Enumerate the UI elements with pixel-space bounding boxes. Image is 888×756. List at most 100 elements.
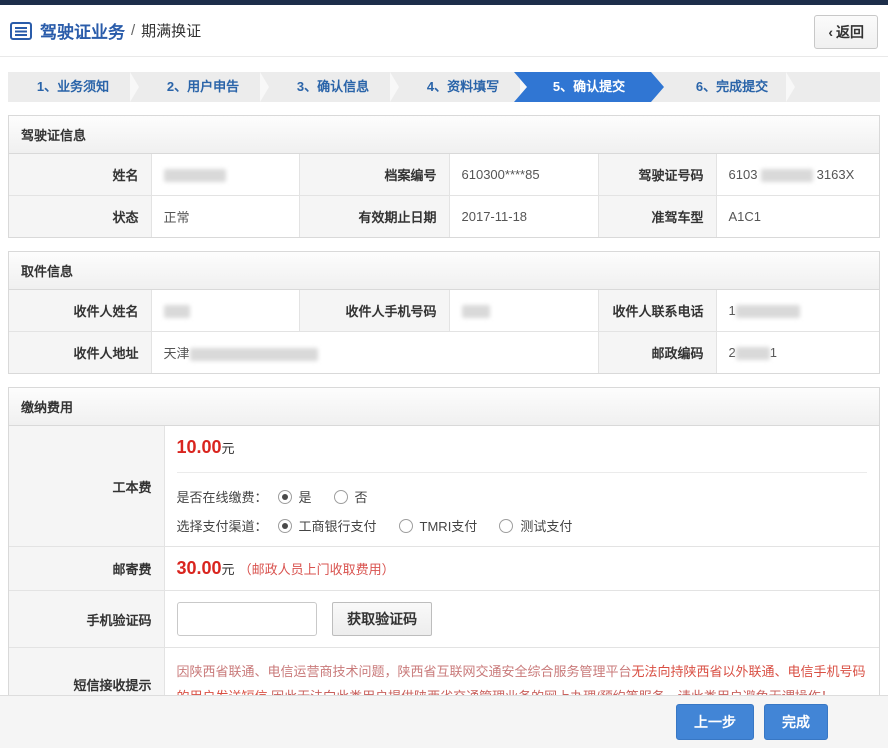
table-row: 工本费 10.00元 是否在线缴费： 是 否 选择支付渠道： 工商银行支付 TM… bbox=[9, 426, 879, 547]
redacted-recipient-phone bbox=[736, 305, 800, 318]
status-label: 状态 bbox=[9, 196, 151, 238]
get-code-button[interactable]: 获取验证码 bbox=[332, 602, 432, 636]
radio-selected-icon bbox=[278, 519, 292, 533]
card-fee-amount: 10.00 bbox=[177, 437, 222, 457]
pickup-info-section: 取件信息 收件人姓名 收件人手机号码 收件人联系电话 1 收件人地址 天津 邮政… bbox=[8, 251, 880, 374]
previous-step-button[interactable]: 上一步 bbox=[676, 704, 754, 740]
card-fee-price: 10.00元 bbox=[177, 437, 868, 458]
online-pay-row: 是否在线缴费： 是 否 bbox=[177, 487, 868, 506]
recipient-name-value bbox=[151, 290, 299, 332]
back-label: 返回 bbox=[836, 24, 864, 40]
step-5-confirm-submit[interactable]: 5、确认提交 bbox=[514, 72, 664, 102]
postage-note: （邮政人员上门收取费用） bbox=[239, 562, 395, 577]
valid-until-label: 有效期止日期 bbox=[299, 196, 449, 238]
sms-code-cell: 获取验证码 bbox=[164, 591, 879, 648]
postcode-label: 邮政编码 bbox=[598, 332, 716, 374]
page-title: 驾驶证业务 bbox=[40, 18, 125, 43]
sms-code-input[interactable] bbox=[177, 602, 317, 636]
redacted-license-no bbox=[761, 169, 813, 182]
table-row: 邮寄费 30.00元 （邮政人员上门收取费用） bbox=[9, 547, 879, 591]
redacted-name bbox=[164, 169, 226, 182]
card-fee-cell: 10.00元 是否在线缴费： 是 否 选择支付渠道： 工商银行支付 TMRI支付… bbox=[164, 426, 879, 547]
table-row: 收件人姓名 收件人手机号码 收件人联系电话 1 bbox=[9, 290, 879, 332]
pickup-info-title: 取件信息 bbox=[9, 252, 879, 290]
back-button[interactable]: ‹返回 bbox=[814, 15, 878, 49]
finish-button[interactable]: 完成 bbox=[764, 704, 828, 740]
redacted-postcode bbox=[736, 347, 770, 360]
vehicle-class-value: A1C1 bbox=[716, 196, 879, 238]
table-row: 姓名 档案编号 610300****85 驾驶证号码 6103 3163X bbox=[9, 154, 879, 196]
fee-divider bbox=[177, 472, 868, 473]
license-no-suffix: 3163X bbox=[817, 167, 855, 182]
radio-unselected-icon bbox=[399, 519, 413, 533]
postcode-suffix: 1 bbox=[770, 345, 777, 360]
postcode-prefix: 2 bbox=[729, 345, 736, 360]
license-info-section: 驾驶证信息 姓名 档案编号 610300****85 驾驶证号码 6103 31… bbox=[8, 115, 880, 238]
license-no-value: 6103 3163X bbox=[716, 154, 879, 196]
online-pay-yes-radio[interactable]: 是 bbox=[278, 487, 312, 506]
pay-channel-row: 选择支付渠道： 工商银行支付 TMRI支付 测试支付 bbox=[177, 516, 868, 535]
redacted-recipient-mobile bbox=[462, 305, 490, 318]
file-no-value: 610300****85 bbox=[449, 154, 598, 196]
license-no-label: 驾驶证号码 bbox=[598, 154, 716, 196]
recipient-address-value: 天津 bbox=[151, 332, 598, 374]
postage-cell: 30.00元 （邮政人员上门收取费用） bbox=[164, 547, 879, 591]
postage-unit: 元 bbox=[222, 562, 235, 577]
footer-action-bar: 上一步 完成 bbox=[0, 695, 888, 748]
online-pay-yes-label: 是 bbox=[299, 487, 312, 506]
pickup-info-table: 收件人姓名 收件人手机号码 收件人联系电话 1 收件人地址 天津 邮政编码 21 bbox=[9, 290, 879, 373]
online-pay-no-radio[interactable]: 否 bbox=[334, 487, 368, 506]
step-4-fill-data[interactable]: 4、资料填写 bbox=[398, 72, 528, 102]
step-6-finish[interactable]: 6、完成提交 bbox=[664, 72, 794, 102]
back-chevron-icon: ‹ bbox=[828, 24, 833, 40]
radio-selected-icon bbox=[278, 490, 292, 504]
redacted-recipient-name bbox=[164, 305, 190, 318]
card-fee-label: 工本费 bbox=[9, 426, 164, 547]
business-list-icon bbox=[10, 22, 32, 40]
license-info-title: 驾驶证信息 bbox=[9, 116, 879, 154]
radio-unselected-icon bbox=[334, 490, 348, 504]
step-3-confirm-info[interactable]: 3、确认信息 bbox=[268, 72, 398, 102]
card-fee-unit: 元 bbox=[222, 441, 235, 456]
license-no-prefix: 6103 bbox=[729, 167, 758, 182]
redacted-recipient-address bbox=[190, 348, 318, 361]
recipient-mobile-label: 收件人手机号码 bbox=[299, 290, 449, 332]
recipient-phone-prefix: 1 bbox=[729, 303, 736, 318]
valid-until-value: 2017-11-18 bbox=[449, 196, 598, 238]
name-label: 姓名 bbox=[9, 154, 151, 196]
channel-icbc-label: 工商银行支付 bbox=[299, 516, 377, 535]
steps-filler bbox=[794, 72, 880, 102]
recipient-name-label: 收件人姓名 bbox=[9, 290, 151, 332]
recipient-address-prefix: 天津 bbox=[164, 346, 190, 361]
file-no-label: 档案编号 bbox=[299, 154, 449, 196]
radio-unselected-icon bbox=[499, 519, 513, 533]
page-header: 驾驶证业务 / 期满换证 ‹返回 bbox=[0, 5, 888, 57]
postage-amount: 30.00 bbox=[177, 558, 222, 578]
recipient-phone-label: 收件人联系电话 bbox=[598, 290, 716, 332]
channel-tmri-label: TMRI支付 bbox=[420, 516, 478, 535]
fees-table: 工本费 10.00元 是否在线缴费： 是 否 选择支付渠道： 工商银行支付 TM… bbox=[9, 426, 879, 720]
fees-section: 缴纳费用 工本费 10.00元 是否在线缴费： 是 否 选择支付渠道： 工商银行… bbox=[8, 387, 880, 721]
sms-code-label: 手机验证码 bbox=[9, 591, 164, 648]
notice-part1: 因陕西省联通、电信运营商技术问题，陕西省互联网交通安全综合服务管理平台 bbox=[177, 664, 632, 679]
step-2-declaration[interactable]: 2、用户申告 bbox=[138, 72, 268, 102]
license-info-table: 姓名 档案编号 610300****85 驾驶证号码 6103 3163X 状态… bbox=[9, 154, 879, 237]
channel-tmri-radio[interactable]: TMRI支付 bbox=[399, 516, 478, 535]
channel-test-radio[interactable]: 测试支付 bbox=[499, 516, 572, 535]
status-value: 正常 bbox=[151, 196, 299, 238]
recipient-mobile-value bbox=[449, 290, 598, 332]
recipient-address-label: 收件人地址 bbox=[9, 332, 151, 374]
postage-label: 邮寄费 bbox=[9, 547, 164, 591]
table-row: 手机验证码 获取验证码 bbox=[9, 591, 879, 648]
vehicle-class-label: 准驾车型 bbox=[598, 196, 716, 238]
table-row: 状态 正常 有效期止日期 2017-11-18 准驾车型 A1C1 bbox=[9, 196, 879, 238]
step-1-notice[interactable]: 1、业务须知 bbox=[8, 72, 138, 102]
breadcrumb-current: 期满换证 bbox=[141, 20, 201, 41]
step-wizard: 1、业务须知 2、用户申告 3、确认信息 4、资料填写 5、确认提交 6、完成提… bbox=[8, 72, 880, 102]
online-pay-label: 是否在线缴费： bbox=[177, 487, 268, 506]
pay-channel-label: 选择支付渠道： bbox=[177, 516, 268, 535]
postcode-value: 21 bbox=[716, 332, 879, 374]
channel-icbc-radio[interactable]: 工商银行支付 bbox=[278, 516, 377, 535]
recipient-phone-value: 1 bbox=[716, 290, 879, 332]
fees-title: 缴纳费用 bbox=[9, 388, 879, 426]
